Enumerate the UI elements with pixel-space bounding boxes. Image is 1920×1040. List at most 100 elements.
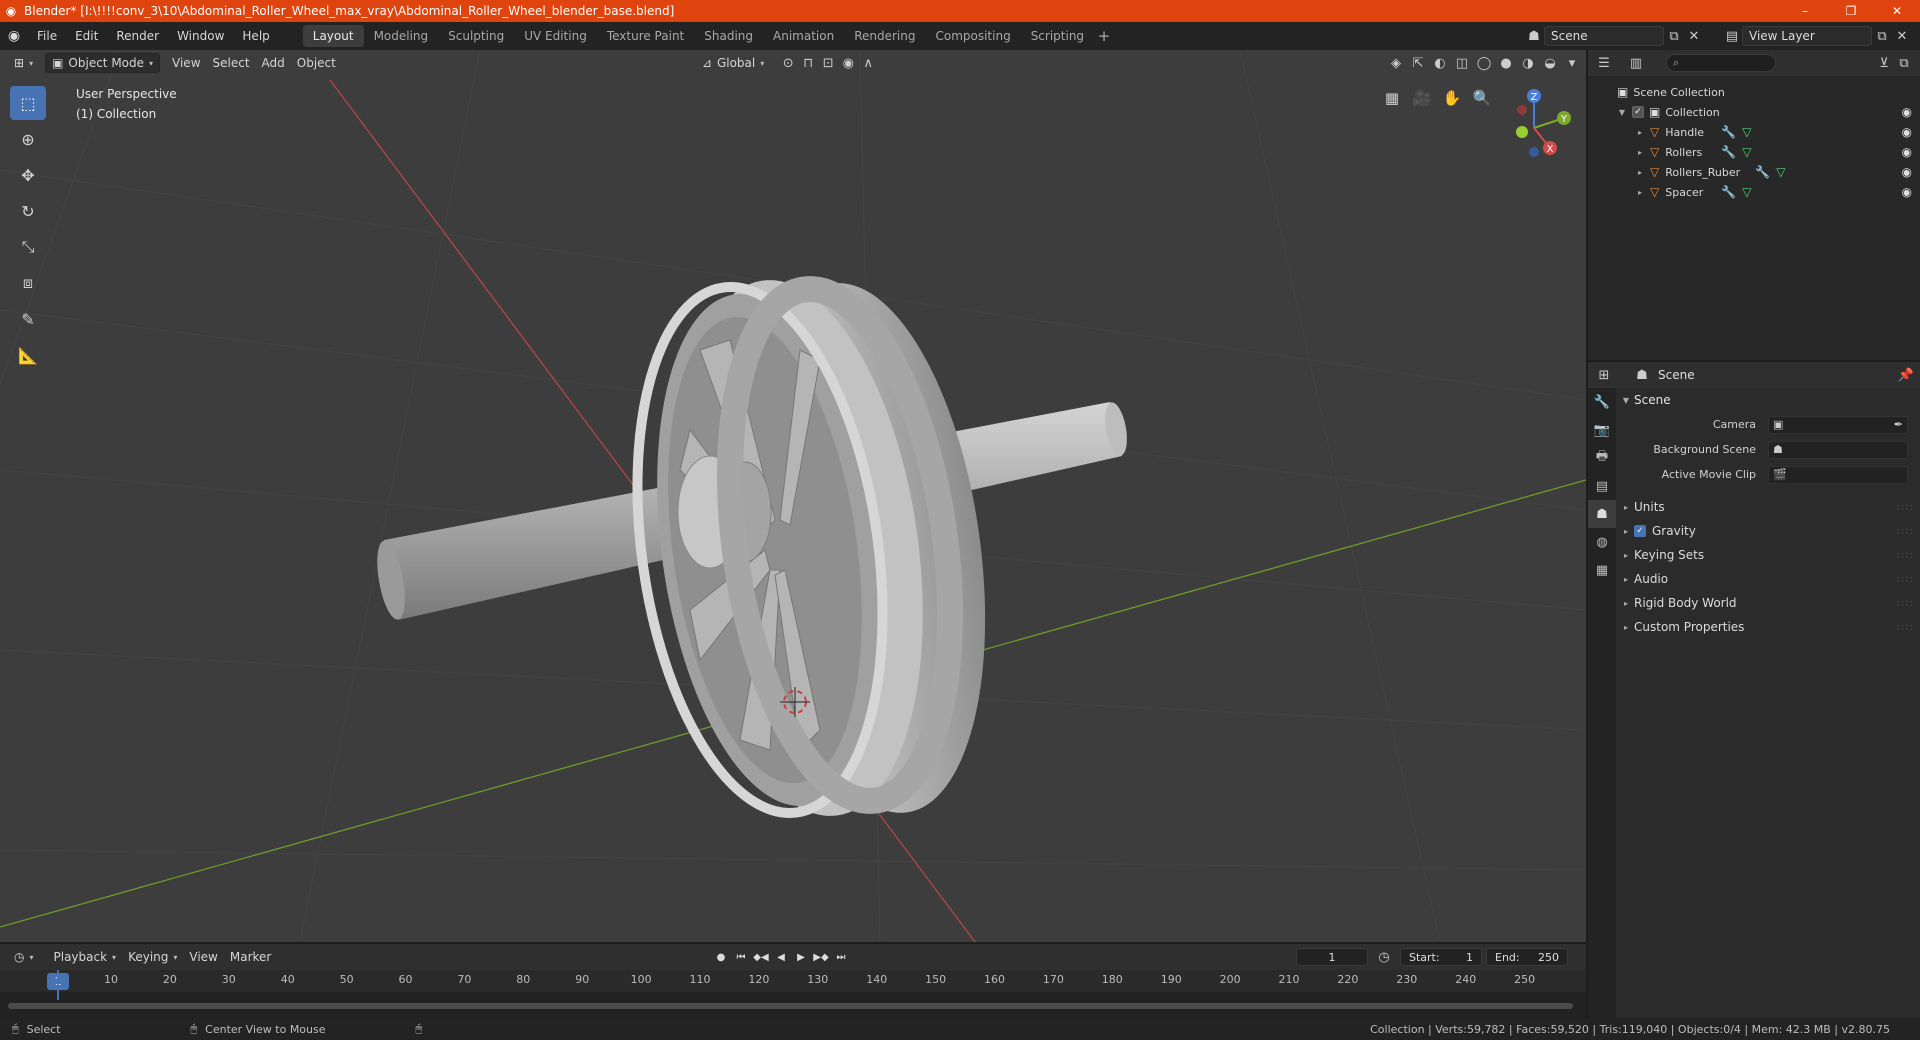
mesh-data-icon[interactable]: ▽ xyxy=(1742,185,1751,199)
tab-sculpting[interactable]: Sculpting xyxy=(438,25,514,47)
end-frame-field[interactable]: End: 250 xyxy=(1486,948,1568,966)
scale-tool-icon[interactable]: ⤡ xyxy=(10,230,46,264)
outliner-search-input[interactable]: ⌕ xyxy=(1666,54,1776,72)
mesh-data-icon[interactable]: ▽ xyxy=(1776,165,1785,179)
snap-target-icon[interactable]: ⊡ xyxy=(818,53,838,73)
annotate-tool-icon[interactable]: ✎ xyxy=(10,302,46,336)
gravity-checkbox[interactable]: ✓ xyxy=(1634,525,1646,537)
scene-selector[interactable]: ☗ Scene ⧉ ✕ xyxy=(1524,25,1710,47)
scene-name-field[interactable]: Scene xyxy=(1544,26,1664,46)
list-item[interactable]: ▸ ▽ Rollers 🔧 ▽ ◉ xyxy=(1588,142,1920,162)
solid-shading-icon[interactable]: ● xyxy=(1496,53,1516,73)
roller-model[interactable] xyxy=(372,264,1130,832)
expand-icon[interactable]: ▸ xyxy=(1618,527,1634,536)
clock-icon[interactable]: ◷ xyxy=(1374,947,1394,967)
tab-layout[interactable]: Layout xyxy=(302,25,364,47)
modifier-icon[interactable]: 🔧 xyxy=(1721,185,1736,199)
active-movie-clip-field[interactable]: 🎬 xyxy=(1768,465,1908,484)
jump-end-icon[interactable]: ⏭ xyxy=(832,948,850,966)
menu-window[interactable]: Window xyxy=(168,29,233,43)
modifier-icon[interactable]: 🔧 xyxy=(1721,145,1736,159)
mesh-data-icon[interactable]: ▽ xyxy=(1742,125,1751,139)
gravity-subpanel[interactable]: ▸ ✓ Gravity :::: xyxy=(1618,519,1920,543)
mesh-data-icon[interactable]: ▽ xyxy=(1742,145,1751,159)
expand-icon[interactable]: ▸ xyxy=(1634,188,1646,197)
overlay-toggle-icon[interactable]: ◐ xyxy=(1430,53,1450,73)
tab-animation[interactable]: Animation xyxy=(763,25,844,47)
tab-uv-editing[interactable]: UV Editing xyxy=(514,25,597,47)
prev-keyframe-icon[interactable]: ◆◀ xyxy=(752,948,770,966)
view-layer-selector[interactable]: ▤ View Layer ⧉ ✕ xyxy=(1722,25,1916,47)
audio-subpanel[interactable]: ▸ Audio :::: xyxy=(1618,567,1920,591)
minimize-button[interactable]: – xyxy=(1782,0,1828,22)
proportional-edit-icon[interactable]: ◉ xyxy=(838,53,858,73)
drag-handle-icon[interactable]: :::: xyxy=(1897,550,1914,561)
list-item[interactable]: ▸ ▽ Spacer 🔧 ▽ ◉ xyxy=(1588,182,1920,202)
view-layer-field[interactable]: View Layer xyxy=(1742,26,1872,46)
record-icon[interactable]: ● xyxy=(712,948,730,966)
expand-icon[interactable]: ▸ xyxy=(1634,148,1646,157)
playhead-line[interactable] xyxy=(57,970,59,1000)
timeline-scrollbar[interactable] xyxy=(8,1003,1573,1009)
modifier-icon[interactable]: 🔧 xyxy=(1755,165,1770,179)
tab-shading[interactable]: Shading xyxy=(694,25,763,47)
tab-rendering[interactable]: Rendering xyxy=(844,25,925,47)
rigid-body-world-subpanel[interactable]: ▸ Rigid Body World :::: xyxy=(1618,591,1920,615)
collection-checkbox[interactable]: ✓ xyxy=(1632,106,1644,118)
output-tab-icon[interactable]: 🖶 xyxy=(1588,444,1616,472)
play-icon[interactable]: ▶ xyxy=(792,948,810,966)
timeline-menu-keying[interactable]: Keying ▾ xyxy=(122,947,183,967)
eyedropper-icon[interactable]: ✒ xyxy=(1894,418,1903,431)
view-layer-tab-icon[interactable]: ▤ xyxy=(1588,472,1616,500)
toggle-perspective-icon[interactable]: ▦ xyxy=(1378,84,1406,112)
move-tool-icon[interactable]: ✥ xyxy=(10,158,46,192)
gizmo-toggle-icon[interactable]: ⇱ xyxy=(1408,53,1428,73)
timeline-body[interactable] xyxy=(0,970,1586,1018)
texture-tab-icon[interactable]: ▦ xyxy=(1588,556,1616,584)
drag-handle-icon[interactable]: :::: xyxy=(1897,526,1914,537)
list-item[interactable]: ▸ ▽ Handle 🔧 ▽ ◉ xyxy=(1588,122,1920,142)
gizmo-neg-z-icon[interactable] xyxy=(1529,147,1539,157)
tab-texture-paint[interactable]: Texture Paint xyxy=(597,25,694,47)
menu-render[interactable]: Render xyxy=(107,29,168,43)
expand-icon[interactable]: ▸ xyxy=(1634,128,1646,137)
pivot-point-icon[interactable]: ⊙ xyxy=(778,53,798,73)
expand-icon[interactable]: ▸ xyxy=(1618,575,1634,584)
eye-icon[interactable]: ◉ xyxy=(1902,145,1912,159)
timeline-menu-view[interactable]: View xyxy=(183,947,223,967)
pan-view-icon[interactable]: ✋ xyxy=(1438,84,1466,112)
pin-icon[interactable]: 📌 xyxy=(1896,365,1916,385)
filter-icon[interactable]: ⊻ xyxy=(1874,53,1894,73)
new-view-layer-icon[interactable]: ⧉ xyxy=(1872,26,1892,46)
expand-icon[interactable]: ▸ xyxy=(1618,503,1634,512)
menu-edit[interactable]: Edit xyxy=(66,29,107,43)
collapse-icon[interactable]: ▼ xyxy=(1618,396,1634,405)
display-mode-icon[interactable]: ▥ xyxy=(1626,53,1646,73)
cursor-tool-icon[interactable]: ⊕ xyxy=(10,122,46,156)
scene-collection-row[interactable]: ▣ Scene Collection xyxy=(1588,82,1920,102)
close-button[interactable]: ✕ xyxy=(1874,0,1920,22)
play-reverse-icon[interactable]: ◀ xyxy=(772,948,790,966)
remove-view-layer-icon[interactable]: ✕ xyxy=(1892,26,1912,46)
viewport-menu-view[interactable]: View xyxy=(166,53,206,73)
eye-icon[interactable]: ◉ xyxy=(1902,125,1912,139)
menu-help[interactable]: Help xyxy=(233,29,278,43)
units-subpanel[interactable]: ▸ Units :::: xyxy=(1618,495,1920,519)
viewport-menu-select[interactable]: Select xyxy=(207,53,256,73)
add-workspace-icon[interactable]: + xyxy=(1094,27,1114,45)
select-box-icon[interactable]: ⬚ xyxy=(10,86,46,120)
eye-icon[interactable]: ◉ xyxy=(1902,165,1912,179)
wireframe-shading-icon[interactable]: ◯ xyxy=(1474,53,1494,73)
next-keyframe-icon[interactable]: ▶◆ xyxy=(812,948,830,966)
expand-icon[interactable]: ▸ xyxy=(1634,168,1646,177)
timeline-menu-playback[interactable]: Playback ▾ xyxy=(48,947,123,967)
camera-field[interactable]: ▣ ✒ xyxy=(1768,415,1908,434)
rotate-tool-icon[interactable]: ↻ xyxy=(10,194,46,228)
visibility-icon[interactable]: ◈ xyxy=(1386,53,1406,73)
object-mode-dropdown[interactable]: ▣ Object Mode ▾ xyxy=(45,53,161,73)
drag-handle-icon[interactable]: :::: xyxy=(1897,598,1914,609)
xray-toggle-icon[interactable]: ◫ xyxy=(1452,53,1472,73)
drag-handle-icon[interactable]: :::: xyxy=(1897,622,1914,633)
falloff-icon[interactable]: ∧ xyxy=(858,53,878,73)
world-tab-icon[interactable]: ◍ xyxy=(1588,528,1616,556)
